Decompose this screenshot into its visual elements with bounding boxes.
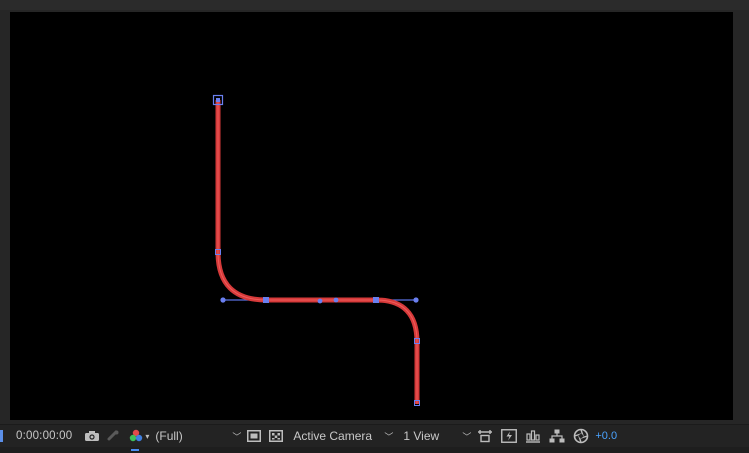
- timeline-icon[interactable]: [525, 425, 541, 447]
- fast-previews-icon[interactable]: [501, 425, 518, 447]
- shape-layer-overlay: [212, 94, 420, 406]
- vertex-bend-right[interactable]: [373, 297, 379, 303]
- panel-edge-marker: [0, 430, 3, 442]
- transparency-grid-icon[interactable]: [269, 425, 284, 447]
- chevron-down-icon: ﹀: [462, 431, 472, 442]
- composition-canvas[interactable]: [10, 12, 733, 420]
- reset-exposure-icon[interactable]: [573, 425, 589, 447]
- timecode-display[interactable]: 0:00:00:00: [16, 425, 72, 447]
- viewer-toolbar: 0:00:00:00 ▾ (Full) ﹀ Active Camera ﹀ 1 …: [0, 424, 749, 447]
- vertex-top-inner: [216, 98, 220, 102]
- channel-indicator: [131, 449, 139, 451]
- resolution-dropdown[interactable]: (Full) ﹀: [155, 425, 241, 447]
- toggle-pixel-aspect-icon[interactable]: [477, 425, 493, 447]
- shape-path-highlight: [217, 100, 418, 404]
- region-of-interest-icon[interactable]: [247, 425, 262, 447]
- panel-bottom-strip: [0, 447, 749, 453]
- resolution-label: (Full): [155, 429, 183, 443]
- color-channels-icon[interactable]: [128, 425, 144, 447]
- chevron-down-icon[interactable]: ▾: [145, 425, 149, 447]
- bezier-handle-right[interactable]: [413, 297, 419, 303]
- vertex-bend-left[interactable]: [263, 297, 269, 303]
- show-snapshot-icon[interactable]: [106, 425, 120, 447]
- chevron-down-icon: ﹀: [232, 431, 242, 442]
- chevron-down-icon: ﹀: [384, 431, 394, 442]
- composition-viewer[interactable]: [0, 10, 749, 424]
- snapshot-icon[interactable]: [84, 425, 100, 447]
- view-layout-label: 1 View: [403, 429, 440, 443]
- camera-label: Active Camera: [293, 429, 373, 443]
- bezier-handle-mid-left[interactable]: [317, 298, 323, 304]
- bezier-handle-mid-right[interactable]: [333, 297, 339, 303]
- bezier-handle-left[interactable]: [220, 297, 226, 303]
- flowchart-icon[interactable]: [549, 425, 565, 447]
- camera-dropdown[interactable]: Active Camera ﹀: [293, 425, 393, 447]
- exposure-value[interactable]: +0.0: [595, 425, 617, 447]
- view-layout-dropdown[interactable]: 1 View ﹀: [403, 425, 471, 447]
- shape-path-stroke[interactable]: [215, 100, 420, 404]
